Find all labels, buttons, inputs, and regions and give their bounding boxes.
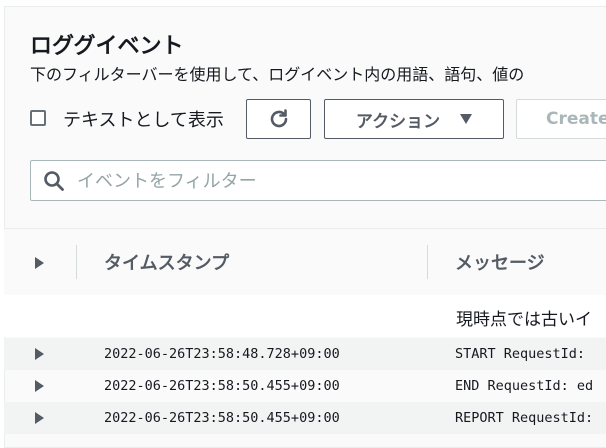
view-as-text-label[interactable]: テキストとして表示 (63, 106, 224, 132)
create-label: Create (546, 109, 606, 129)
table-row[interactable]: 2022-06-26T23:58:48.728+09:00 START Requ… (4, 338, 606, 370)
expand-row-icon[interactable] (35, 412, 44, 428)
row-timestamp: 2022-06-26T23:58:50.455+09:00 (104, 378, 340, 394)
create-button[interactable]: Create (516, 99, 606, 139)
filter-search-box[interactable] (30, 160, 606, 201)
filter-input[interactable] (77, 169, 597, 193)
refresh-icon (270, 109, 287, 128)
column-divider (76, 245, 77, 279)
expand-row-icon[interactable] (35, 380, 44, 396)
older-events-notice: 現時点では古いイ (456, 310, 592, 330)
page-title: ロググイベント (30, 34, 184, 59)
row-message: START RequestId: (455, 346, 586, 362)
row-message: REPORT RequestId: (455, 410, 594, 426)
table-row[interactable]: 2022-06-26T23:58:50.455+09:00 END Reques… (4, 370, 606, 402)
caret-down-icon (460, 114, 473, 124)
actions-dropdown-button[interactable]: アクション (324, 99, 504, 139)
column-divider (427, 245, 428, 279)
actions-label: アクション (355, 111, 441, 132)
search-icon (44, 171, 64, 191)
expand-all-icon[interactable] (35, 254, 44, 273)
column-header-timestamp[interactable]: タイムスタンプ (104, 249, 229, 275)
page-description: 下のフィルターバーを使用して、ログイベント内の用語、語句、値の (30, 65, 525, 84)
row-timestamp: 2022-06-26T23:58:50.455+09:00 (104, 410, 340, 426)
column-header-message[interactable]: メッセージ (455, 249, 545, 275)
refresh-button[interactable] (246, 99, 311, 139)
older-events-notice-row: 現時点では古いイ (4, 295, 606, 337)
table-header: タイムスタンプ メッセージ (4, 228, 606, 296)
table-row[interactable]: 2022-06-26T23:58:50.455+09:00 REPORT Req… (4, 402, 606, 434)
view-as-text-checkbox[interactable] (30, 110, 46, 126)
row-message: END RequestId: ed (455, 378, 594, 394)
row-timestamp: 2022-06-26T23:58:48.728+09:00 (104, 346, 340, 362)
expand-row-icon[interactable] (35, 348, 44, 364)
